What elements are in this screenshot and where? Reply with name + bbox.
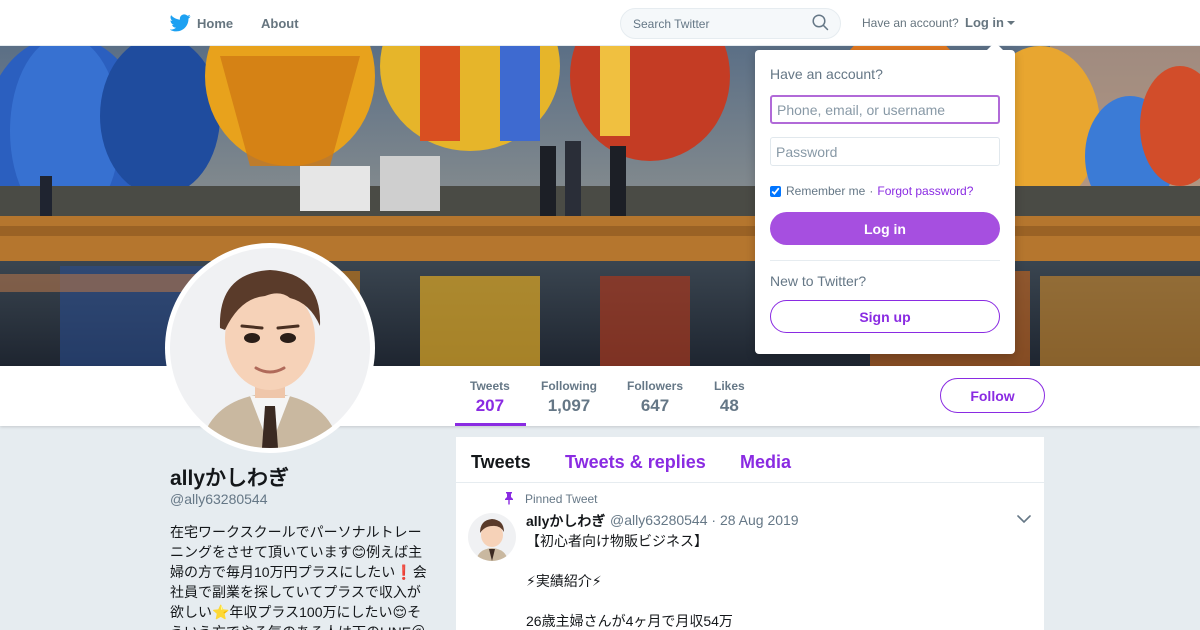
tweet-line: 26歳主婦さんが4ヶ月で月収54万	[526, 613, 733, 629]
tweet-line	[526, 591, 1006, 611]
search-icon[interactable]	[812, 14, 829, 31]
profile-handle: @ally63280544	[170, 491, 268, 507]
tweet-meta: @ally63280544 · 28 Aug 2019	[610, 512, 799, 528]
login-dropdown-title: Have an account?	[770, 66, 883, 82]
caret-down-icon	[1007, 20, 1015, 25]
stat-value: 48	[719, 396, 739, 415]
new-to-twitter-text: New to Twitter?	[770, 273, 867, 289]
follow-button[interactable]: Follow	[940, 378, 1045, 413]
stat-label: Following	[541, 379, 597, 393]
tweet-text: 【初心者向け物販ビジネス】 ⚡実績紹介⚡ 26歳主婦さんが4ヶ月で月収54万	[526, 531, 1006, 630]
chevron-down-icon[interactable]	[1017, 515, 1031, 524]
login-link-label: Log in	[965, 15, 1004, 30]
search-input[interactable]	[620, 8, 841, 39]
stat-value: 1,097	[547, 396, 591, 415]
nav-home[interactable]: Home	[170, 12, 233, 34]
stat-followers[interactable]: Followers 647	[627, 379, 683, 416]
divider	[770, 260, 1000, 261]
stat-value: 647	[640, 396, 670, 415]
timeline: Tweets Tweets & replies Media Pinned Twe…	[456, 437, 1044, 630]
pin-icon	[505, 492, 513, 505]
signup-button[interactable]: Sign up	[770, 300, 1000, 333]
stat-label: Tweets	[470, 379, 510, 393]
tweet-line: ⚡実績紹介⚡	[526, 573, 602, 589]
tab-media[interactable]: Media	[740, 452, 791, 473]
login-dropdown: Have an account? Remember me · Forgot pa…	[755, 42, 1015, 354]
profile-avatar[interactable]	[165, 243, 375, 453]
active-stat-underline	[455, 423, 526, 426]
tweet-line: 【初心者向け物販ビジネス】	[526, 533, 708, 549]
stat-label: Likes	[714, 379, 745, 393]
timeline-tabs: Tweets Tweets & replies Media	[456, 437, 1044, 483]
remember-row: Remember me · Forgot password?	[770, 184, 973, 198]
top-nav: Home About Have an account? Log in	[0, 0, 1200, 46]
stat-tweets[interactable]: Tweets 207	[470, 379, 510, 416]
tweet-author-name[interactable]: allyかしわぎ	[526, 511, 605, 531]
profile-bio: 在宅ワークスクールでパーソナルトレーニングをさせて頂いています😊例えば主婦の方で…	[170, 524, 427, 630]
dropdown-arrow	[987, 42, 1003, 50]
nav-home-label: Home	[197, 15, 234, 31]
login-button[interactable]: Log in	[770, 212, 1000, 245]
nav-about[interactable]: About	[261, 16, 299, 31]
profile-name: allyかしわぎ	[170, 467, 290, 490]
twitter-bird-icon	[170, 14, 191, 32]
tab-tweets-replies[interactable]: Tweets & replies	[565, 452, 706, 473]
stat-likes[interactable]: Likes 48	[714, 379, 745, 416]
stat-value: 207	[475, 396, 505, 415]
stat-following[interactable]: Following 1,097	[541, 379, 597, 416]
have-account-text: Have an account?	[862, 16, 959, 30]
tweet-line	[526, 551, 1006, 571]
tweet-avatar[interactable]	[468, 513, 516, 561]
pinned-tweet-label: Pinned Tweet	[525, 492, 598, 506]
username-field[interactable]	[770, 95, 1000, 124]
forgot-password-link[interactable]: Forgot password?	[877, 184, 973, 198]
remember-label: Remember me	[786, 184, 866, 198]
remember-checkbox[interactable]	[770, 185, 781, 197]
stat-label: Followers	[627, 379, 684, 393]
separator: ·	[869, 184, 874, 198]
tab-tweets[interactable]: Tweets	[471, 452, 531, 473]
login-dropdown-toggle[interactable]: Log in	[965, 15, 1015, 30]
password-field[interactable]	[770, 137, 1000, 166]
